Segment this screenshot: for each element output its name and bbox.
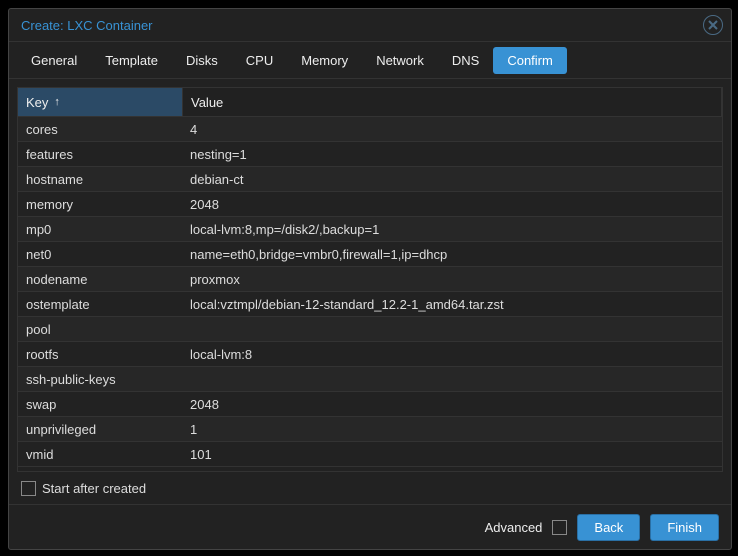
tab-label: Memory: [301, 53, 348, 68]
cell-key: ssh-public-keys: [18, 372, 182, 387]
back-button[interactable]: Back: [577, 514, 640, 541]
table-row[interactable]: memory2048: [18, 192, 722, 217]
table-row[interactable]: net0name=eth0,bridge=vmbr0,firewall=1,ip…: [18, 242, 722, 267]
tab-label: Disks: [186, 53, 218, 68]
cell-value: 2048: [182, 397, 722, 412]
tab-label: Confirm: [507, 53, 553, 68]
table-row[interactable]: rootfslocal-lvm:8: [18, 342, 722, 367]
close-icon[interactable]: [703, 15, 723, 35]
window-title: Create: LXC Container: [21, 18, 703, 33]
start-after-created-checkbox[interactable]: [21, 481, 36, 496]
create-lxc-window: Create: LXC Container General Template Dis…: [8, 8, 732, 550]
table-row[interactable]: ssh-public-keys: [18, 367, 722, 392]
table-body[interactable]: cores4featuresnesting=1hostnamedebian-ct…: [18, 117, 722, 471]
table-row[interactable]: swap2048: [18, 392, 722, 417]
cell-key: vmid: [18, 447, 182, 462]
column-header-key[interactable]: Key ↑: [18, 88, 183, 116]
tab-memory[interactable]: Memory: [287, 47, 362, 74]
cell-value: nesting=1: [182, 147, 722, 162]
cell-value: 2048: [182, 197, 722, 212]
cell-value: name=eth0,bridge=vmbr0,firewall=1,ip=dhc…: [182, 247, 722, 262]
table-row[interactable]: nodenameproxmox: [18, 267, 722, 292]
table-row[interactable]: mp0local-lvm:8,mp=/disk2/,backup=1: [18, 217, 722, 242]
cell-value: local-lvm:8: [182, 347, 722, 362]
table-row[interactable]: unprivileged1: [18, 417, 722, 442]
table-row[interactable]: hostnamedebian-ct: [18, 167, 722, 192]
dialog-footer: Advanced Back Finish: [9, 504, 731, 549]
cell-key: mp0: [18, 222, 182, 237]
cell-key: unprivileged: [18, 422, 182, 437]
sort-asc-icon: ↑: [54, 96, 60, 108]
cell-value: 4: [182, 122, 722, 137]
table-row[interactable]: pool: [18, 317, 722, 342]
cell-value: proxmox: [182, 272, 722, 287]
start-after-created-row: Start after created: [9, 472, 731, 504]
advanced-label: Advanced: [485, 520, 543, 535]
table-row[interactable]: cores4: [18, 117, 722, 142]
column-header-value-label: Value: [191, 95, 223, 110]
column-header-value[interactable]: Value: [183, 88, 722, 116]
cell-key: net0: [18, 247, 182, 262]
tab-dns[interactable]: DNS: [438, 47, 493, 74]
cell-value: 101: [182, 447, 722, 462]
tab-disks[interactable]: Disks: [172, 47, 232, 74]
cell-value: local:vztmpl/debian-12-standard_12.2-1_a…: [182, 297, 722, 312]
tab-general[interactable]: General: [17, 47, 91, 74]
cell-key: pool: [18, 322, 182, 337]
titlebar: Create: LXC Container: [9, 9, 731, 42]
cell-key: rootfs: [18, 347, 182, 362]
cell-key: hostname: [18, 172, 182, 187]
wizard-tabs: General Template Disks CPU Memory Network DNS C…: [9, 42, 731, 79]
tab-label: Network: [376, 53, 424, 68]
cell-key: swap: [18, 397, 182, 412]
tab-cpu[interactable]: CPU: [232, 47, 287, 74]
cell-value: local-lvm:8,mp=/disk2/,backup=1: [182, 222, 722, 237]
cell-key: cores: [18, 122, 182, 137]
tab-network[interactable]: Network: [362, 47, 438, 74]
start-after-created-label: Start after created: [42, 481, 146, 496]
summary-table: Key ↑ Value cores4featuresnesting=1hostn…: [17, 87, 723, 472]
cell-key: nodename: [18, 272, 182, 287]
cell-key: memory: [18, 197, 182, 212]
table-row[interactable]: vmid101: [18, 442, 722, 467]
finish-button[interactable]: Finish: [650, 514, 719, 541]
table-row[interactable]: featuresnesting=1: [18, 142, 722, 167]
tab-label: General: [31, 53, 77, 68]
advanced-checkbox[interactable]: [552, 520, 567, 535]
tab-template[interactable]: Template: [91, 47, 172, 74]
cell-value: 1: [182, 422, 722, 437]
column-header-key-label: Key: [26, 95, 48, 110]
tab-confirm[interactable]: Confirm: [493, 47, 567, 74]
tab-label: CPU: [246, 53, 273, 68]
table-row[interactable]: ostemplatelocal:vztmpl/debian-12-standar…: [18, 292, 722, 317]
tab-label: Template: [105, 53, 158, 68]
cell-value: debian-ct: [182, 172, 722, 187]
cell-key: ostemplate: [18, 297, 182, 312]
cell-key: features: [18, 147, 182, 162]
tab-label: DNS: [452, 53, 479, 68]
table-header: Key ↑ Value: [18, 88, 722, 117]
